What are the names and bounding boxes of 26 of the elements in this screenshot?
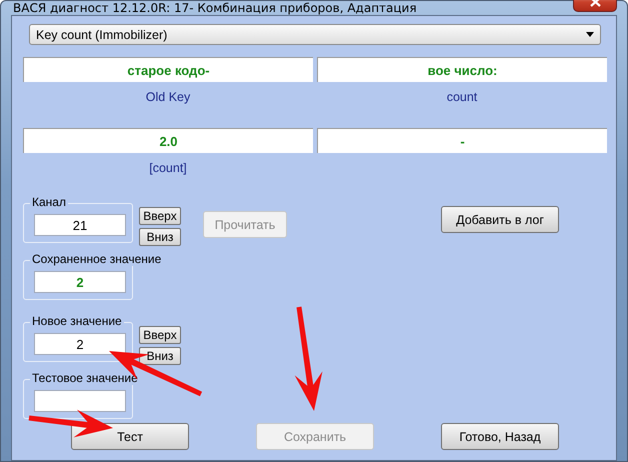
add-to-log-button[interactable]: Добавить в лог xyxy=(441,206,559,233)
value-caption: count xyxy=(446,90,478,106)
group-label: Канал xyxy=(30,195,68,209)
close-icon xyxy=(590,0,600,7)
saved-value-field[interactable]: 2 xyxy=(34,271,126,293)
value-cell: старое кодо- xyxy=(23,57,313,82)
parameter-dropdown[interactable]: Key count (Immobilizer) xyxy=(29,24,601,45)
group-label: Новое значение xyxy=(30,314,124,328)
test-value-field[interactable] xyxy=(34,390,126,412)
window-title: ВАСЯ диагност 12.12.0R: 17- Комбинация приборов, Адаптация xyxy=(12,1,417,15)
action-button[interactable]: Тест xyxy=(71,423,189,450)
down-button[interactable]: Вниз xyxy=(139,347,181,365)
value-caption: Old Key xyxy=(146,90,190,106)
up-button[interactable]: Вверх xyxy=(139,207,181,225)
value-cell: 2.0 xyxy=(23,128,313,153)
value-cell: - xyxy=(317,128,607,153)
value-cell: вое число: xyxy=(317,57,607,82)
caret-icon xyxy=(586,32,594,37)
channel-field[interactable]: 21 xyxy=(34,214,126,236)
action-button[interactable]: Готово, Назад xyxy=(441,423,559,450)
group-label: Тестовое значение xyxy=(30,371,140,385)
up-button[interactable]: Вверх xyxy=(139,326,181,344)
new-value-field[interactable]: 2 xyxy=(34,333,126,355)
group-label: Сохраненное значение xyxy=(30,252,164,266)
value-caption: [count] xyxy=(149,161,187,177)
down-button[interactable]: Вниз xyxy=(139,228,181,246)
